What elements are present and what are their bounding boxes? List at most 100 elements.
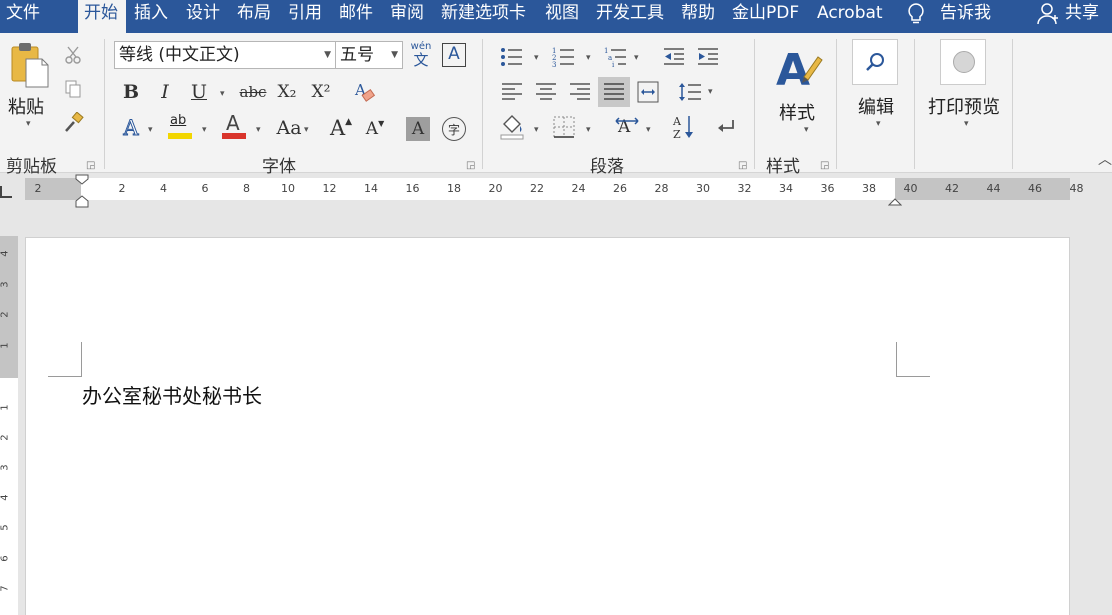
styles-icon: A bbox=[776, 45, 823, 91]
font-color-button[interactable]: A bbox=[220, 111, 248, 141]
tab-file[interactable]: 文件 bbox=[6, 0, 50, 33]
tab-new-tab[interactable]: 新建选项卡 bbox=[441, 0, 526, 33]
tab-insert[interactable]: 插入 bbox=[134, 0, 168, 33]
paste-button[interactable]: 粘贴 ▾ bbox=[4, 39, 56, 135]
highlight-color-bar bbox=[168, 133, 192, 139]
tab-acrobat[interactable]: Acrobat bbox=[817, 0, 883, 33]
svg-text:3: 3 bbox=[552, 61, 556, 68]
tab-home[interactable]: 开始 bbox=[78, 0, 126, 33]
indent-markers-icon[interactable] bbox=[75, 174, 89, 208]
editing-button[interactable]: 编辑 ▾ bbox=[846, 39, 910, 139]
ruler-number: 46 bbox=[1028, 182, 1042, 195]
crop-mark-top-left bbox=[48, 342, 82, 377]
line-spacing-button[interactable] bbox=[676, 79, 704, 105]
dialog-launcher-icon[interactable]: ◲ bbox=[738, 160, 747, 171]
tab-view[interactable]: 视图 bbox=[545, 0, 579, 33]
caret-up-icon: ▲ bbox=[345, 117, 353, 127]
numbering-button[interactable]: 1 2 3 bbox=[550, 45, 578, 69]
document-page[interactable] bbox=[25, 237, 1070, 615]
phonetic-guide-button[interactable]: wén 文 bbox=[408, 41, 434, 69]
increase-indent-button[interactable] bbox=[694, 45, 722, 69]
sort-button[interactable]: AZ bbox=[670, 113, 698, 141]
cut-button[interactable] bbox=[60, 43, 86, 67]
font-size-combo[interactable]: 五号 ▼ bbox=[335, 41, 403, 69]
tab-review[interactable]: 审阅 bbox=[390, 0, 424, 33]
character-border-button[interactable]: A bbox=[442, 43, 466, 67]
clear-formatting-button[interactable]: A bbox=[352, 79, 378, 105]
format-painter-button[interactable] bbox=[60, 111, 86, 135]
bullets-button[interactable] bbox=[498, 45, 526, 69]
tab-label: 邮件 bbox=[339, 3, 373, 23]
borders-button[interactable] bbox=[550, 113, 578, 141]
tab-kingsoft-pdf[interactable]: 金山PDF bbox=[732, 0, 799, 33]
copy-button[interactable] bbox=[60, 77, 86, 101]
chevron-down-icon[interactable]: ▾ bbox=[220, 89, 225, 99]
enclose-glyph: 字 bbox=[447, 122, 460, 137]
paste-label: 粘贴 bbox=[8, 97, 44, 118]
right-indent-marker-icon[interactable] bbox=[888, 194, 902, 206]
bold-button[interactable]: B bbox=[118, 79, 144, 105]
distributed-button[interactable] bbox=[634, 79, 662, 105]
chevron-down-icon: ▼ bbox=[324, 50, 331, 60]
highlight-button[interactable]: ab bbox=[166, 113, 194, 141]
change-case-button[interactable]: Aa bbox=[272, 115, 306, 141]
subscript-glyph: X₂ bbox=[277, 82, 297, 102]
tab-references[interactable]: 引用 bbox=[288, 0, 322, 33]
underline-button[interactable]: U bbox=[186, 79, 212, 105]
justify-button[interactable] bbox=[598, 77, 630, 107]
chevron-down-icon[interactable]: ▾ bbox=[708, 87, 713, 97]
tab-label: 新建选项卡 bbox=[441, 3, 526, 23]
ruler-number: 10 bbox=[281, 182, 295, 195]
tab-developer[interactable]: 开发工具 bbox=[596, 0, 664, 33]
chevron-down-icon[interactable]: ▾ bbox=[304, 125, 309, 135]
styles-button[interactable]: A 样式 ▾ bbox=[766, 41, 830, 141]
align-left-button[interactable] bbox=[498, 79, 526, 105]
grow-font-button[interactable]: A ▲ bbox=[328, 115, 354, 141]
dialog-launcher-icon[interactable]: ◲ bbox=[466, 160, 475, 171]
text-effects-button[interactable]: A bbox=[118, 115, 144, 141]
subscript-button[interactable]: X₂ bbox=[274, 79, 300, 105]
shrink-font-button[interactable]: A ▼ bbox=[362, 117, 388, 141]
ribbon: 粘贴 ▾ 剪贴板 ◲ 等线 (中文正文) ▼ 五号 ▼ wén 文 A B I … bbox=[0, 33, 1112, 177]
show-marks-button[interactable] bbox=[712, 113, 740, 141]
chevron-down-icon[interactable]: ▾ bbox=[148, 125, 153, 135]
tab-mailings[interactable]: 邮件 bbox=[339, 0, 373, 33]
align-right-button[interactable] bbox=[566, 79, 594, 105]
chevron-down-icon[interactable]: ▾ bbox=[534, 125, 539, 135]
chevron-down-icon[interactable]: ▾ bbox=[256, 125, 261, 135]
shading-button[interactable] bbox=[498, 113, 526, 141]
numbered-list-icon: 1 2 3 bbox=[552, 47, 574, 68]
multilevel-list-button[interactable]: 1 a i bbox=[602, 45, 630, 69]
tab-design[interactable]: 设计 bbox=[186, 0, 220, 33]
document-body-text[interactable]: 办公室秘书处秘书长 bbox=[82, 380, 262, 409]
chevron-down-icon[interactable]: ▾ bbox=[202, 125, 207, 135]
chevron-down-icon[interactable]: ▾ bbox=[646, 125, 651, 135]
italic-button[interactable]: I bbox=[152, 79, 178, 105]
font-name-combo[interactable]: 等线 (中文正文) ▼ bbox=[114, 41, 336, 69]
decrease-indent-button[interactable] bbox=[660, 45, 688, 69]
dialog-launcher-icon[interactable]: ◲ bbox=[820, 160, 829, 171]
superscript-button[interactable]: X² bbox=[308, 79, 334, 105]
tab-layout[interactable]: 布局 bbox=[237, 0, 271, 33]
print-preview-label: 打印预览 bbox=[928, 97, 1000, 118]
collapse-ribbon-icon[interactable]: ︿ bbox=[1098, 149, 1112, 169]
tab-help[interactable]: 帮助 bbox=[681, 0, 715, 33]
chevron-down-icon[interactable]: ▾ bbox=[586, 125, 591, 135]
tab-label: 布局 bbox=[237, 3, 271, 23]
align-left-icon bbox=[502, 83, 522, 100]
enclose-characters-button[interactable]: 字 bbox=[442, 117, 466, 141]
text-direction-button[interactable]: A bbox=[614, 113, 642, 141]
tab-label: Acrobat bbox=[817, 3, 883, 23]
strikethrough-button[interactable]: abc bbox=[236, 79, 270, 105]
ruler-number: 48 bbox=[1069, 182, 1084, 195]
align-right-icon bbox=[570, 83, 590, 100]
dialog-launcher-icon[interactable]: ◲ bbox=[86, 160, 95, 171]
chevron-down-icon[interactable]: ▾ bbox=[534, 53, 539, 63]
chevron-down-icon[interactable]: ▾ bbox=[634, 53, 639, 63]
print-preview-button[interactable]: 打印预览 ▾ bbox=[922, 39, 1012, 139]
tab-selector-icon[interactable] bbox=[0, 186, 12, 198]
phonetic-bottom: 文 bbox=[413, 51, 429, 69]
chevron-down-icon[interactable]: ▾ bbox=[586, 53, 591, 63]
character-shading-button[interactable]: A bbox=[406, 117, 430, 141]
align-center-button[interactable] bbox=[532, 79, 560, 105]
